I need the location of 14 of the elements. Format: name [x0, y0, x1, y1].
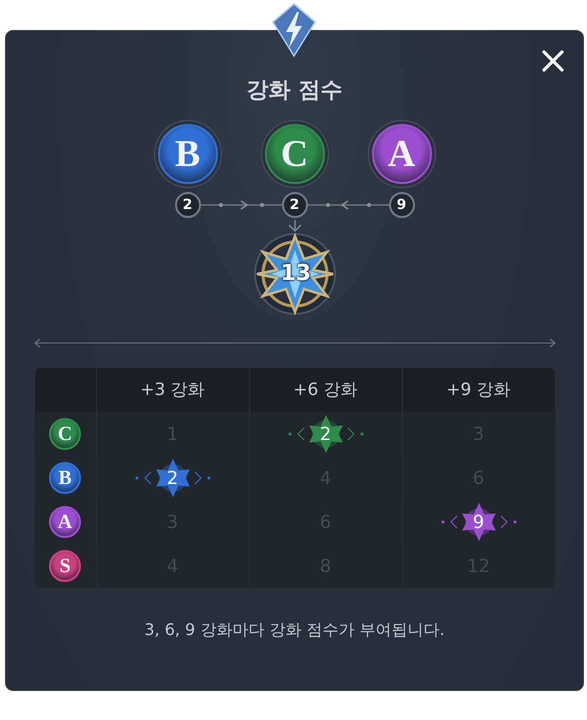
grade-badge: A	[49, 506, 81, 538]
column-header: +3 강화	[140, 378, 205, 402]
score-value: 9	[472, 510, 484, 535]
score-value: 2	[320, 422, 332, 447]
footnote-text: 3, 6, 9 강화마다 강화 점수가 부여됩니다.	[144, 619, 445, 642]
grade-badge: B	[49, 462, 81, 494]
lightning-icon	[271, 2, 317, 58]
grade-badge: C	[49, 418, 81, 450]
dialog-title: 강화 점수	[246, 78, 342, 104]
score-value: 2	[166, 466, 178, 491]
column-header: +6 강화	[293, 378, 358, 402]
total-score: 13	[280, 261, 308, 288]
grade-badge: S	[49, 550, 81, 582]
column-header: +9 강화	[446, 378, 511, 402]
